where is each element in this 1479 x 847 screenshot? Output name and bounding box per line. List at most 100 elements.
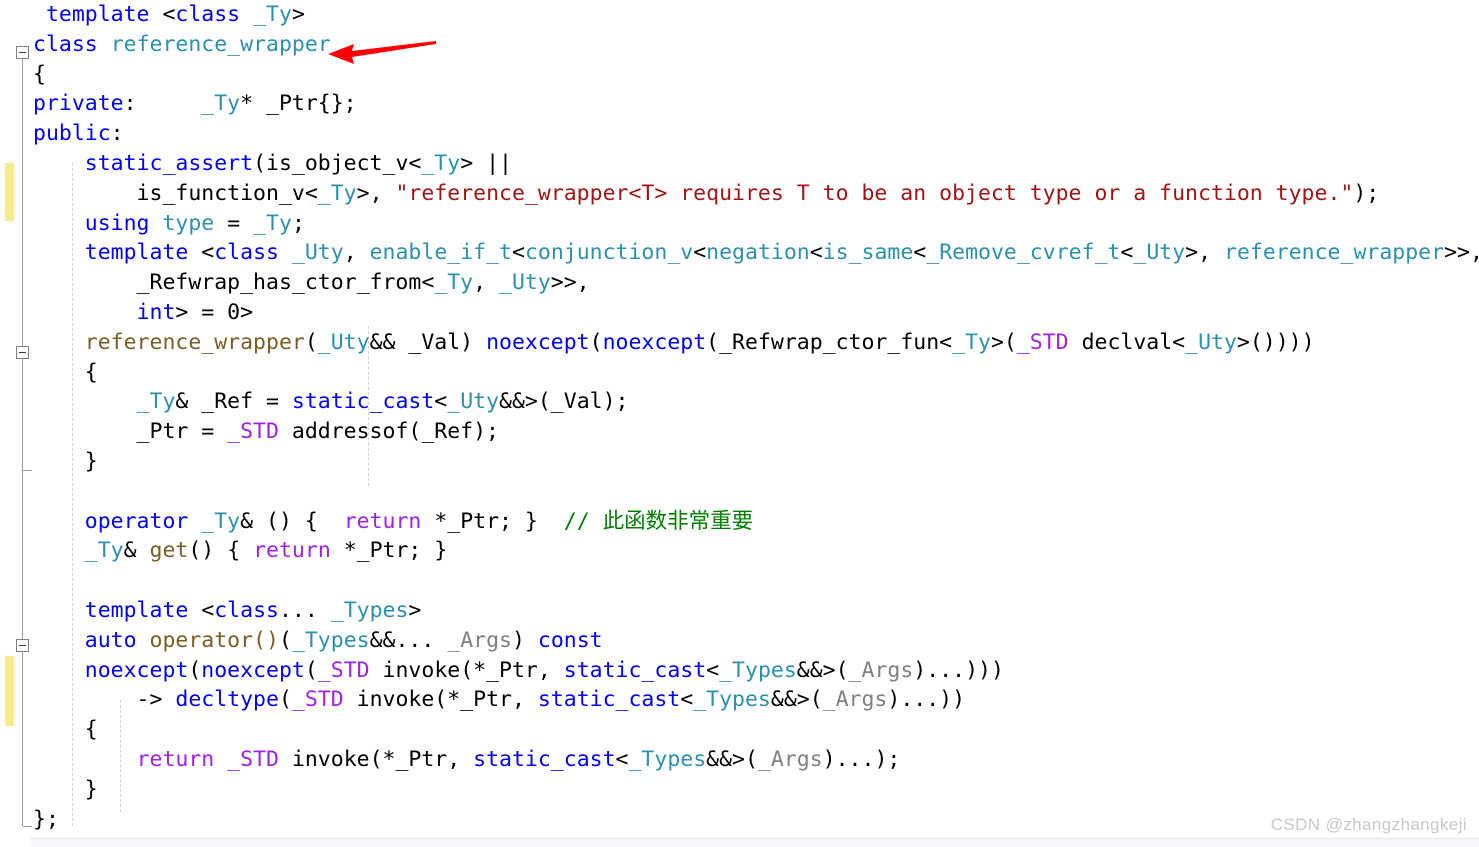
code-token: _Args: [447, 627, 512, 653]
code-token: _Ty: [201, 91, 241, 117]
fold-toggle-call-operator[interactable]: [16, 639, 29, 652]
code-token: <: [434, 389, 448, 415]
code-token: get: [149, 538, 189, 564]
code-token: (: [188, 657, 202, 683]
code-token: *_Ptr; }: [421, 508, 564, 534]
code-token: template: [84, 240, 189, 266]
code-token: return: [136, 746, 215, 772]
code-token: conjunction_v: [524, 240, 694, 266]
code-token: &&>(: [706, 746, 758, 772]
code-token: _STD: [1016, 329, 1069, 355]
code-token: type: [162, 210, 215, 236]
code-token: <: [188, 597, 215, 623]
code-token: )...)): [887, 687, 966, 713]
code-token: class: [33, 31, 98, 57]
code-token: using: [84, 210, 150, 236]
code-token: &&>(_Val);: [499, 389, 629, 415]
code-line: {: [30, 358, 1479, 388]
code-line: }: [30, 447, 1479, 477]
code-line: template <class _Uty, enable_if_t<conjun…: [30, 238, 1479, 268]
code-token: _STD: [317, 657, 370, 683]
code-token: invoke(*_Ptr,: [278, 746, 474, 772]
code-token: reference_wrapper: [84, 329, 305, 355]
code-token: class: [214, 597, 279, 623]
code-token: _Remove_cvref_t: [926, 240, 1121, 266]
code-token: :: [123, 91, 202, 117]
code-line: }: [30, 775, 1479, 805]
code-line: {: [30, 715, 1479, 745]
code-token: (: [589, 329, 603, 355]
code-line: private: _Ty* _Ptr{};: [30, 89, 1479, 119]
code-token: & () {: [240, 508, 344, 534]
code-token: )...))): [913, 657, 1004, 683]
code-token: private: [33, 91, 124, 117]
code-token: <: [693, 240, 707, 266]
code-token: _Uty: [1185, 329, 1237, 355]
code-text-area[interactable]: template <class _Ty> class reference_wrap…: [30, 0, 1479, 847]
code-token: invoke(*_Ptr,: [343, 687, 538, 713]
code-token: reference_wrapper: [1224, 240, 1445, 266]
code-token: declval<: [1068, 329, 1186, 355]
code-token: const: [537, 627, 603, 653]
editor-bottom-band: [30, 839, 1479, 847]
code-token: )...);: [822, 746, 901, 772]
watermark-label: CSDN @zhangzhangkeji: [1270, 815, 1467, 834]
code-line: _Ty& _Ref = static_cast<_Uty&&>(_Val);: [30, 387, 1479, 417]
code-line: return _STD invoke(*_Ptr, static_cast<_T…: [30, 745, 1479, 775]
code-token: () {: [188, 538, 254, 564]
code-token: _Ptr =: [33, 419, 228, 445]
code-token: };: [33, 806, 59, 832]
code-token: &&...: [369, 627, 448, 653]
code-token: _Uty: [1133, 240, 1186, 266]
code-token: <: [511, 240, 525, 266]
code-token: <: [615, 746, 629, 772]
code-token: noexcept: [84, 657, 189, 683]
fold-toggle-class[interactable]: [16, 46, 29, 59]
code-token: class: [175, 2, 241, 27]
code-token: // 此函数非常重要: [563, 508, 754, 534]
code-token: _Uty: [499, 270, 551, 296]
code-token: >(: [990, 329, 1017, 355]
code-token: _Ty: [253, 2, 292, 27]
code-token: noexcept: [602, 329, 707, 355]
code-token: _Ty: [136, 389, 176, 415]
code-token: ,: [343, 240, 370, 266]
code-token: auto: [84, 627, 137, 653]
code-token: template: [84, 597, 189, 623]
code-token: }: [33, 448, 98, 474]
fold-toggle-constructor[interactable]: [16, 346, 29, 359]
code-line: int> = 0>: [30, 298, 1479, 328]
code-line: reference_wrapper(_Uty&& _Val) noexcept(…: [30, 328, 1479, 358]
code-token: reference_wrapper: [110, 31, 331, 57]
code-token: _Ty: [201, 508, 241, 534]
code-token: static_cast: [563, 657, 707, 683]
code-token: _STD: [227, 419, 279, 445]
code-token: ;: [291, 210, 305, 236]
code-token: addressof(_Ref);: [278, 419, 500, 445]
code-token: static_cast: [291, 389, 435, 415]
code-token: _Types: [628, 746, 707, 772]
code-token: :: [110, 121, 124, 147]
code-token: (: [304, 329, 318, 355]
code-token: static_cast: [473, 746, 616, 772]
code-token: >,: [1185, 240, 1224, 266]
code-token: static_cast: [537, 687, 681, 713]
code-token: _Uty: [317, 329, 370, 355]
code-token: <: [149, 2, 176, 27]
code-line: template <class... _Types>: [30, 596, 1479, 626]
code-token: &&>(: [796, 657, 849, 683]
